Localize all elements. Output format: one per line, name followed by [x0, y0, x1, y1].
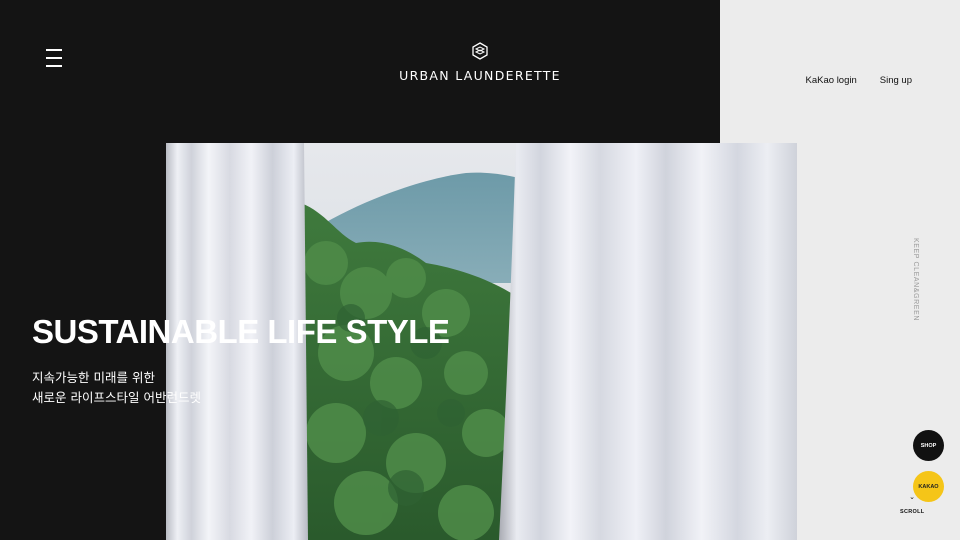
scroll-indicator[interactable]: ⌄ SCROLL	[900, 494, 924, 515]
hamburger-menu-icon[interactable]	[46, 49, 62, 67]
top-nav: KaKao login Sing up	[806, 75, 912, 86]
menu-bar	[46, 49, 62, 51]
logo-text: URBAN LAUNDERETTE	[399, 68, 561, 83]
brand-logo[interactable]: URBAN LAUNDERETTE	[380, 42, 580, 83]
signup-link[interactable]: Sing up	[880, 75, 912, 86]
shop-button[interactable]: SHOP	[913, 430, 944, 461]
kakao-login-link[interactable]: KaKao login	[806, 75, 857, 86]
chevron-down-icon: ⌄	[909, 494, 915, 501]
menu-bar	[46, 57, 62, 59]
hero-subtitle: 지속가능한 미래를 위한 새로운 라이프스타일 어반런드렛	[32, 368, 201, 408]
hero-subtitle-line-1: 지속가능한 미래를 위한	[32, 370, 155, 385]
hero-title: SUSTAINABLE LIFE STYLE	[32, 313, 450, 350]
hero-subtitle-line-2: 새로운 라이프스타일 어반런드렛	[32, 390, 201, 405]
scroll-label: SCROLL	[900, 509, 925, 515]
keep-clean-green-tag: KEEP CLEAN&GREEN	[912, 238, 919, 321]
menu-bar	[46, 65, 62, 67]
logo-mark-icon	[472, 42, 488, 60]
